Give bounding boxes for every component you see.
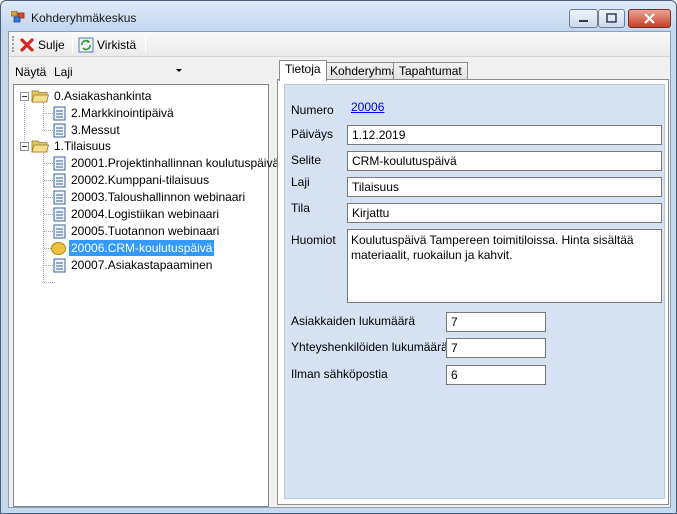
number-link[interactable]: 20006 [351,100,384,114]
red-x-icon [20,37,34,52]
collapse-toggle[interactable] [20,92,29,101]
tab-events[interactable]: Tapahtumat [393,62,468,80]
tree-item[interactable]: 20003.Taloushallinnon webinaari [53,189,247,205]
selected-item-icon [51,241,66,255]
tab-details[interactable]: Tietoja [279,60,327,81]
toolbar-separator [145,36,146,53]
tree-line [24,94,25,143]
notes-field[interactable]: Koulutuspäivä Tampereen toimitiloissa. H… [347,229,662,303]
refresh-button-label: Virkistä [97,37,137,52]
tree-item-label: 2.Markkinointipäivä [71,106,174,120]
tree-item[interactable]: 3.Messut [53,122,122,138]
open-folder-icon [31,140,49,153]
tree-item-label: 20005.Tuotannon webinaari [71,224,220,238]
toolbar-grip[interactable] [12,36,15,52]
dropdown-arrow-icon [176,69,182,72]
type-field[interactable]: Tilaisuus [347,177,662,197]
show-dropdown[interactable]: Laji [50,61,187,81]
status-label: Tila [291,201,310,215]
details-panel: Numero 20006 Päiväys 1.12.2019 Selite CR… [284,84,665,499]
number-label: Numero [291,103,334,117]
refresh-icon [78,37,94,52]
collapse-toggle[interactable] [20,142,29,151]
date-label: Päiväys [291,127,334,141]
no-email-label: Ilman sähköpostia [291,367,388,381]
tab-strip: Tietoja Kohderyhmä Tapahtumat [277,60,669,81]
type-label: Laji [291,175,310,189]
app-window: Kohderyhmäkeskus Sulje Virkistä Näytä La… [0,0,677,514]
customers-count-label: Asiakkaiden lukumäärä [291,314,416,328]
tree-item-selected[interactable]: 20006.CRM-koulutuspäivä [51,240,215,256]
tree-item[interactable]: 20005.Tuotannon webinaari [53,223,221,239]
document-icon [53,258,66,272]
customers-count-field[interactable]: 7 [446,312,546,332]
tree-line [43,101,44,130]
target-group-tree[interactable]: 0.Asiakashankinta 2.Markkinointipäivä 3.… [13,84,279,507]
show-label: Näytä [15,65,47,79]
tree-item[interactable]: 20001.Projektinhallinnan koulutuspäivä [53,155,281,171]
no-email-field[interactable]: 6 [446,365,546,385]
contacts-count-label: Yhteyshenkilöiden lukumäärä [291,340,448,354]
maximize-button[interactable] [598,9,625,28]
tree-item-label: 20004.Logistiikan webinaari [71,207,220,221]
window-title: Kohderyhmäkeskus [31,11,137,25]
status-field[interactable]: Kirjattu [347,203,662,223]
tree-line [43,151,44,282]
close-button[interactable]: Sulje [19,35,65,54]
document-icon [53,224,66,238]
tree-item-label: 20001.Projektinhallinnan koulutuspäivä [71,156,280,170]
document-icon [53,190,66,204]
description-label: Selite [291,153,322,167]
notes-label: Huomiot [291,233,336,247]
open-folder-icon [31,90,49,103]
title-bar[interactable]: Kohderyhmäkeskus [1,1,676,31]
document-icon [53,123,66,137]
document-icon [53,207,66,221]
details-tab-page: Numero 20006 Päiväys 1.12.2019 Selite CR… [277,79,669,505]
tree-group-label: 1.Tilaisuus [54,139,111,153]
maximize-icon [606,13,617,23]
app-icon [11,11,25,23]
document-icon [53,156,66,170]
show-dropdown-value: Laji [54,65,73,79]
description-field[interactable]: CRM-koulutuspäivä [347,151,662,171]
left-pane: Näytä Laji 0.Asiakashankinta 2.Markkinoi… [11,59,279,507]
tree-item-label: 20003.Taloushallinnon webinaari [71,190,246,204]
tree-group-label: 0.Asiakashankinta [54,89,152,103]
date-field[interactable]: 1.12.2019 [347,125,662,145]
tree-item[interactable]: 2.Markkinointipäivä [53,105,176,121]
tree-line [44,282,55,283]
tree-item[interactable]: 20004.Logistiikan webinaari [53,206,221,222]
tree-item-label: 20007.Asiakastapaaminen [71,258,213,272]
minimize-button[interactable] [569,9,598,28]
tree-item-label: 20006.CRM-koulutuspäivä [69,240,215,256]
tree-item[interactable]: 20002.Kumppani-tilaisuus [53,172,211,188]
tree-group-node[interactable]: 0.Asiakashankinta [31,88,153,104]
tree-item[interactable]: 20007.Asiakastapaaminen [53,257,214,273]
minimize-icon [579,20,588,22]
toolbar-separator [72,36,73,53]
contacts-count-field[interactable]: 7 [446,338,546,358]
close-button-label: Sulje [38,37,65,52]
right-pane: Tietoja Kohderyhmä Tapahtumat Numero 200… [277,57,669,505]
toolbar: Sulje Virkistä [9,32,670,57]
document-icon [53,173,66,187]
tree-item-label: 20002.Kumppani-tilaisuus [71,173,210,187]
client-area: Sulje Virkistä Näytä Laji 0.Asiakashanki… [8,31,671,508]
tree-group-node[interactable]: 1.Tilaisuus [31,138,113,154]
tree-item-label: 3.Messut [71,123,120,137]
close-icon [644,13,655,24]
close-window-button[interactable] [628,9,671,28]
refresh-button[interactable]: Virkistä [78,35,136,54]
document-icon [53,106,66,120]
